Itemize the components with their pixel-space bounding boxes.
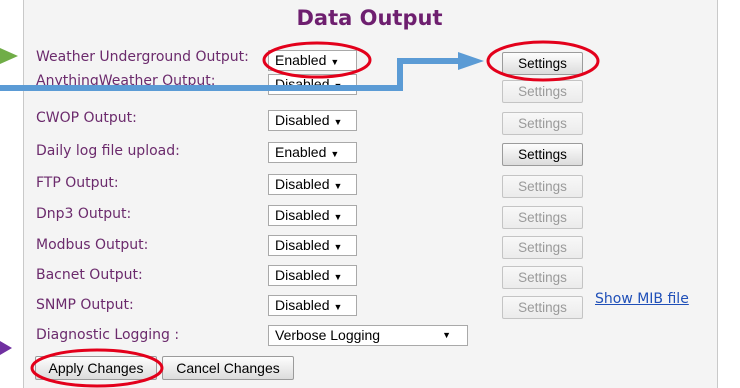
ftp-select[interactable]: Disabled ▼: [268, 174, 357, 195]
daily-log-upload-label: Daily log file upload:: [36, 143, 180, 159]
chevron-down-icon: ▼: [330, 149, 340, 159]
select-value: Disabled: [275, 112, 330, 128]
modbus-settings-button[interactable]: Settings: [502, 236, 583, 259]
chevron-down-icon: ▼: [333, 302, 343, 312]
select-value: Enabled: [275, 144, 327, 160]
weather-underground-select[interactable]: Enabled ▼: [268, 50, 357, 71]
select-value: Disabled: [275, 176, 330, 192]
select-value: Disabled: [275, 267, 330, 283]
cwop-settings-button[interactable]: Settings: [502, 112, 583, 135]
ftp-settings-button[interactable]: Settings: [502, 175, 583, 198]
select-value: Disabled: [275, 297, 330, 313]
purple-arrow-icon: [0, 341, 12, 355]
select-value: Disabled: [275, 207, 330, 223]
chevron-down-icon: ▼: [442, 330, 451, 340]
diagnostic-logging-select[interactable]: Verbose Logging ▼: [268, 325, 468, 346]
anythingweather-label: AnythingWeather Output:: [36, 73, 216, 89]
chevron-down-icon: ▼: [333, 181, 343, 191]
dnp3-settings-button[interactable]: Settings: [502, 206, 583, 229]
diagnostic-logging-label: Diagnostic Logging :: [36, 327, 180, 343]
cwop-select[interactable]: Disabled ▼: [268, 110, 357, 131]
chevron-down-icon: ▼: [333, 117, 343, 127]
select-value: Disabled: [275, 237, 330, 253]
dnp3-label: Dnp3 Output:: [36, 206, 132, 222]
select-value: Enabled: [275, 52, 327, 68]
bacnet-select[interactable]: Disabled ▼: [268, 265, 357, 286]
daily-log-upload-settings-button[interactable]: Settings: [502, 143, 583, 166]
chevron-down-icon: ▼: [333, 272, 343, 282]
chevron-down-icon: ▼: [333, 81, 343, 91]
bacnet-settings-button[interactable]: Settings: [502, 266, 583, 289]
weather-underground-settings-button[interactable]: Settings: [502, 52, 583, 75]
green-arrow-icon: [0, 48, 18, 64]
daily-log-upload-select[interactable]: Enabled ▼: [268, 142, 357, 163]
cancel-changes-button[interactable]: Cancel Changes: [162, 356, 294, 380]
snmp-label: SNMP Output:: [36, 297, 134, 313]
modbus-select[interactable]: Disabled ▼: [268, 235, 357, 256]
dnp3-select[interactable]: Disabled ▼: [268, 205, 357, 226]
chevron-down-icon: ▼: [333, 212, 343, 222]
select-value: Disabled: [275, 76, 330, 92]
cwop-label: CWOP Output:: [36, 110, 137, 126]
page-title: Data Output: [296, 6, 443, 30]
snmp-settings-button[interactable]: Settings: [502, 296, 583, 319]
chevron-down-icon: ▼: [330, 57, 340, 67]
snmp-select[interactable]: Disabled ▼: [268, 295, 357, 316]
chevron-down-icon: ▼: [333, 242, 343, 252]
ftp-label: FTP Output:: [36, 175, 119, 191]
show-mib-file-link[interactable]: Show MIB file: [595, 291, 689, 307]
bacnet-label: Bacnet Output:: [36, 267, 143, 283]
anythingweather-settings-button[interactable]: Settings: [502, 80, 583, 103]
select-value: Verbose Logging: [275, 327, 381, 343]
modbus-label: Modbus Output:: [36, 237, 149, 253]
apply-changes-button[interactable]: Apply Changes: [35, 356, 157, 380]
anythingweather-select[interactable]: Disabled ▼: [268, 74, 357, 95]
weather-underground-label: Weather Underground Output:: [36, 49, 249, 65]
